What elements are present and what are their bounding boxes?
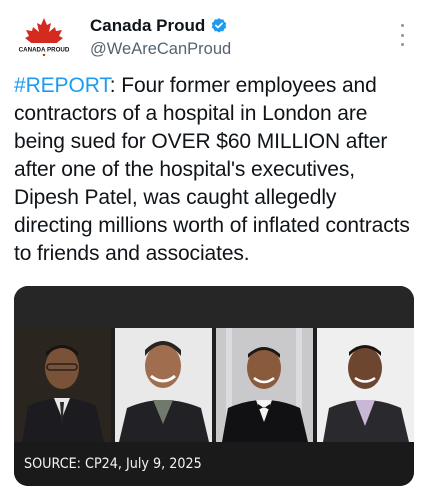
portrait-photo-2: [115, 328, 212, 442]
photo-strip: [14, 328, 414, 442]
tweet-text: #REPORT: Four former employees and contr…: [14, 72, 414, 268]
portrait-photo-1: [14, 328, 111, 442]
verified-badge-icon: [210, 17, 228, 35]
tweet-card[interactable]: CANADA PROUD Canada Proud @WeAreCanProud…: [0, 0, 427, 500]
author-handle[interactable]: @WeAreCanProud: [90, 40, 231, 59]
author-info: Canada Proud @WeAreCanProud: [90, 15, 231, 59]
tweet-body: : Four former employees and contractors …: [14, 74, 410, 265]
more-options-icon[interactable]: [399, 24, 405, 46]
author-display-name[interactable]: Canada Proud: [90, 16, 205, 36]
hashtag-link[interactable]: #REPORT: [14, 74, 110, 97]
media-header-band: [14, 286, 414, 328]
media-source-caption: SOURCE: CP24, July 9, 2025: [24, 456, 202, 472]
tweet-media-image[interactable]: SOURCE: CP24, July 9, 2025: [14, 286, 414, 486]
media-caption-bar: SOURCE: CP24, July 9, 2025: [14, 442, 414, 486]
portrait-photo-3: [216, 328, 313, 442]
portrait-photo-4: [317, 328, 414, 442]
tweet-header: CANADA PROUD Canada Proud @WeAreCanProud: [14, 10, 413, 62]
avatar[interactable]: CANADA PROUD: [18, 16, 70, 60]
maple-leaf-icon: CANADA PROUD: [19, 18, 70, 56]
avatar-wordmark: CANADA PROUD: [19, 47, 70, 54]
